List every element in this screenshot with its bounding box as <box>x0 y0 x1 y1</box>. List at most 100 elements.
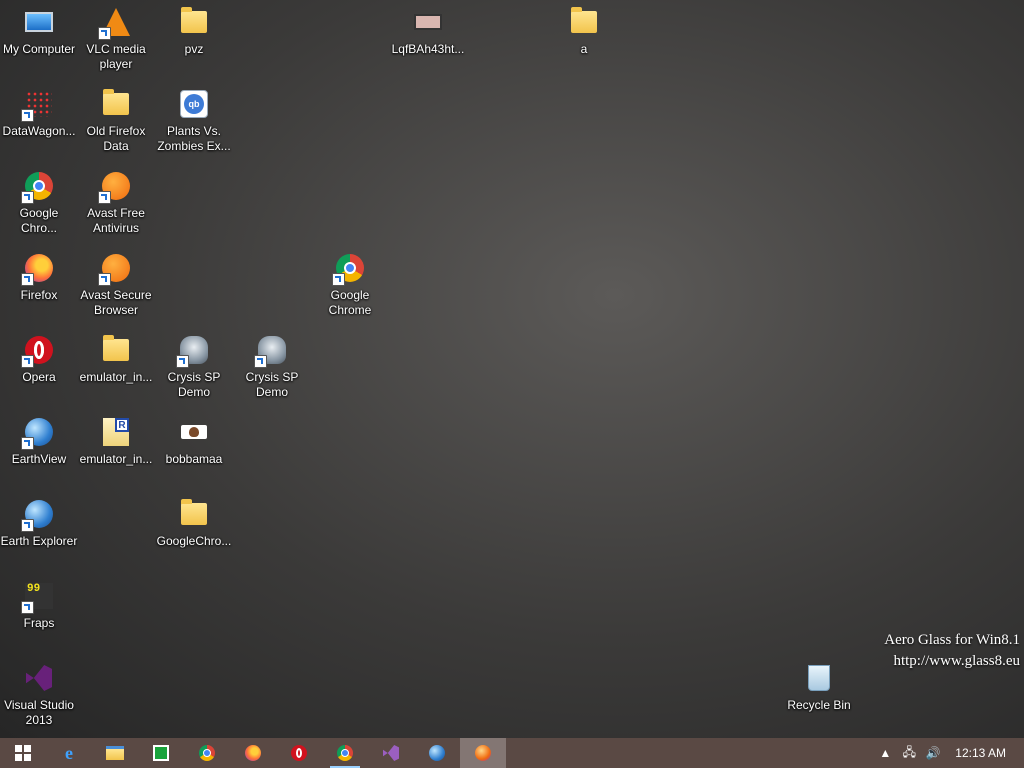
desktop-icon-crysis-sp-demo-2[interactable]: Crysis SP Demo <box>233 330 311 408</box>
chrome-icon <box>332 252 366 286</box>
desktop-icon-googlechrome-folder[interactable]: GoogleChro... <box>155 494 233 572</box>
desktop-icon-label: emulator_in... <box>79 370 153 384</box>
chrome-icon <box>199 745 215 761</box>
chrome-icon <box>21 170 55 204</box>
desktop-icon-label: LqfBAh43ht... <box>391 42 465 56</box>
desktop-icon-emulator-archive[interactable]: emulator_in... <box>77 412 155 490</box>
desktop-icon-label: Plants Vs. Zombies Ex... <box>157 124 231 153</box>
taskbar-chrome-2[interactable] <box>322 738 368 768</box>
image-file-icon <box>178 416 210 448</box>
desktop-icon-google-chrome-2[interactable]: Google Chrome <box>311 248 389 326</box>
folder-icon <box>100 88 132 120</box>
watermark-url: http://www.glass8.eu <box>893 653 1020 669</box>
internet-explorer-icon: e <box>65 742 73 763</box>
aero-glass-watermark: Aero Glass for Win8.1 http://www.glass8.… <box>884 630 1020 672</box>
crysis-icon <box>254 334 288 368</box>
desktop-icon-label: Firefox <box>20 288 58 302</box>
desktop-icon-label: emulator_in... <box>79 452 153 466</box>
desktop-icon-label: Google Chrome <box>328 288 372 317</box>
folder-icon <box>100 334 132 366</box>
system-tray: ▲ 🖧 🔊 12:13 AM <box>873 738 1024 768</box>
desktop-icon-label: Avast Secure Browser <box>80 288 152 317</box>
folder-icon <box>568 6 600 38</box>
earthview-icon <box>21 416 55 450</box>
qbittorrent-file-icon: qb <box>178 88 210 120</box>
network-icon[interactable]: 🖧 <box>897 743 921 764</box>
folder-icon <box>178 498 210 530</box>
show-hidden-icons-chevron-icon[interactable]: ▲ <box>873 746 897 760</box>
recycle-bin-icon <box>803 662 835 694</box>
desktop-icon-firefox[interactable]: Firefox <box>0 248 78 326</box>
desktop-icon-label: GoogleChro... <box>156 534 232 548</box>
taskbar-earth[interactable] <box>414 738 460 768</box>
desktop-icon-label: Visual Studio 2013 <box>4 698 74 727</box>
desktop-icon-visual-studio[interactable]: Visual Studio 2013 <box>0 658 78 736</box>
desktop-icon-old-firefox-data[interactable]: Old Firefox Data <box>77 84 155 162</box>
desktop-icon-label: Old Firefox Data <box>86 124 146 153</box>
desktop-icon-image-file[interactable]: LqfBAh43ht... <box>389 2 467 80</box>
computer-icon <box>23 6 55 38</box>
firefox-icon <box>21 252 55 286</box>
desktop-icon-fraps[interactable]: 99 Fraps <box>0 576 78 654</box>
desktop-icon-emulator-folder[interactable]: emulator_in... <box>77 330 155 408</box>
file-explorer-icon <box>106 746 124 760</box>
desktop-icon-label: EarthView <box>11 452 67 466</box>
desktop-icon-datawagon[interactable]: DataWagon... <box>0 84 78 162</box>
clock[interactable]: 12:13 AM <box>945 746 1024 760</box>
desktop-icon-label: Recycle Bin <box>787 698 851 712</box>
folder-icon <box>178 6 210 38</box>
taskbar-store[interactable] <box>138 738 184 768</box>
desktop-icon-avast-secure-browser[interactable]: Avast Secure Browser <box>77 248 155 326</box>
chrome-icon <box>337 745 353 761</box>
desktop-icon-avast-free-antivirus[interactable]: Avast Free Antivirus <box>77 166 155 244</box>
firefox-icon <box>245 745 261 761</box>
watermark-title: Aero Glass for Win8.1 <box>884 632 1020 648</box>
desktop-icon-label: VLC media player <box>86 42 146 71</box>
rar-file-icon <box>100 416 132 448</box>
desktop-icon-label: a <box>580 42 588 56</box>
earth-explorer-icon <box>21 498 55 532</box>
desktop-icon-crysis-sp-demo[interactable]: Crysis SP Demo <box>155 330 233 408</box>
visual-studio-icon <box>383 745 399 761</box>
desktop-icon-label: pvz <box>184 42 204 56</box>
desktop-icon-google-chrome[interactable]: Google Chro... <box>0 166 78 244</box>
desktop-icon-bobbamaa[interactable]: bobbamaa <box>155 412 233 490</box>
earth-icon <box>429 745 445 761</box>
taskbar-avast-browser[interactable] <box>460 738 506 768</box>
desktop-icon-label: Opera <box>22 370 56 384</box>
desktop-icon-label: DataWagon... <box>2 124 76 138</box>
desktop[interactable]: My Computer VLC media player pvz LqfBAh4… <box>0 0 1024 738</box>
opera-icon <box>291 745 307 761</box>
desktop-icon-recycle-bin[interactable]: Recycle Bin <box>780 658 858 736</box>
desktop-icon-opera[interactable]: Opera <box>0 330 78 408</box>
store-icon <box>153 745 169 761</box>
taskbar: e ▲ 🖧 🔊 12:13 AM <box>0 738 1024 768</box>
fraps-icon: 99 <box>21 580 55 614</box>
desktop-icon-label: Google Chro... <box>19 206 59 235</box>
desktop-icon-earthview[interactable]: EarthView <box>0 412 78 490</box>
taskbar-firefox[interactable] <box>230 738 276 768</box>
taskbar-visual-studio[interactable] <box>368 738 414 768</box>
taskbar-opera[interactable] <box>276 738 322 768</box>
opera-icon <box>21 334 55 368</box>
desktop-icon-label: Crysis SP Demo <box>167 370 221 399</box>
taskbar-internet-explorer[interactable]: e <box>46 738 92 768</box>
visual-studio-icon <box>23 662 55 694</box>
datawagon-icon <box>21 88 55 122</box>
start-button[interactable] <box>0 738 46 768</box>
desktop-icon-folder-a[interactable]: a <box>545 2 623 80</box>
taskbar-file-explorer[interactable] <box>92 738 138 768</box>
volume-icon[interactable]: 🔊 <box>921 746 945 760</box>
desktop-icon-vlc[interactable]: VLC media player <box>77 2 155 80</box>
desktop-icon-earth-explorer[interactable]: Earth Explorer <box>0 494 78 572</box>
desktop-icon-label: My Computer <box>2 42 76 56</box>
avast-browser-icon <box>98 252 132 286</box>
desktop-icon-pvz[interactable]: pvz <box>155 2 233 80</box>
desktop-icon-plants-vs-zombies[interactable]: qb Plants Vs. Zombies Ex... <box>155 84 233 162</box>
image-file-icon <box>412 6 444 38</box>
taskbar-chrome[interactable] <box>184 738 230 768</box>
desktop-icon-my-computer[interactable]: My Computer <box>0 2 78 80</box>
desktop-icon-label: Crysis SP Demo <box>245 370 299 399</box>
desktop-icon-label: Fraps <box>23 616 55 630</box>
desktop-icon-label: Earth Explorer <box>0 534 78 548</box>
